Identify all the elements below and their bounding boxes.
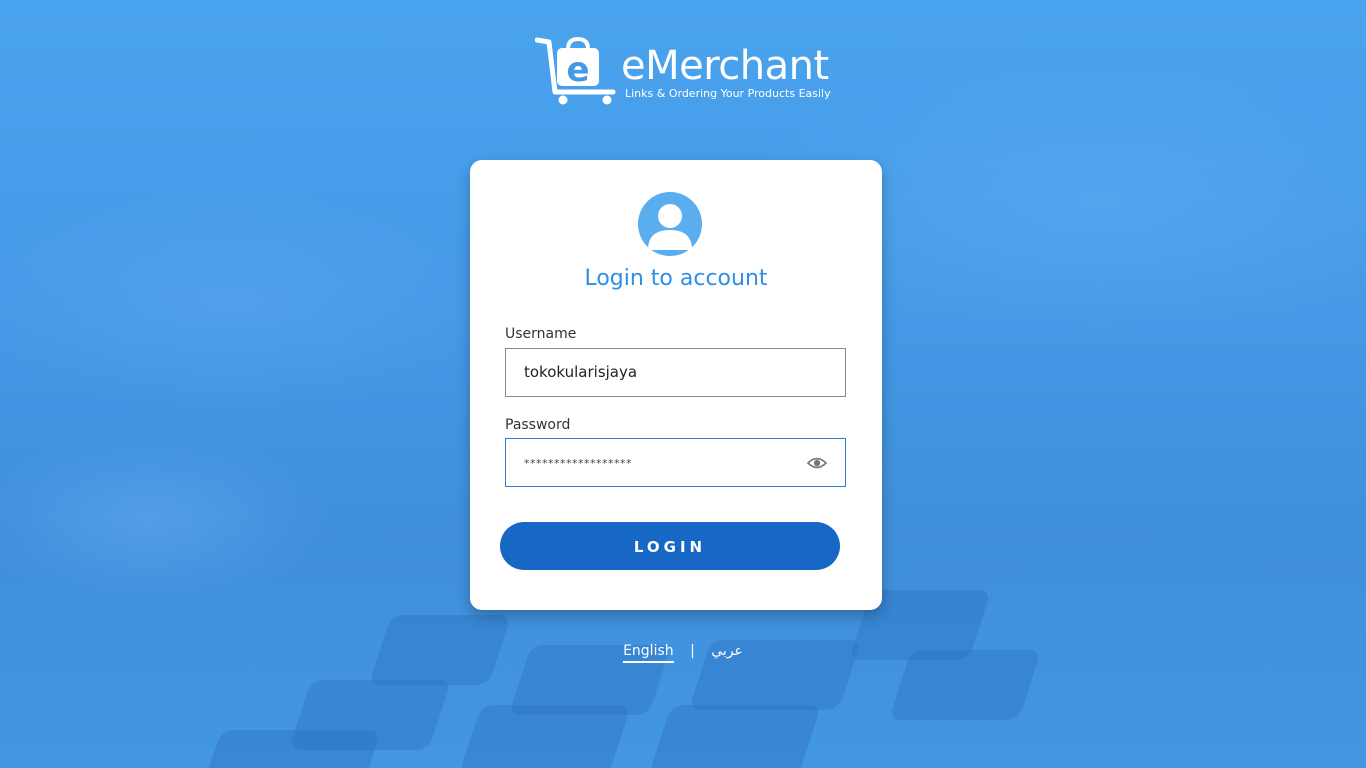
brand-header: e eMerchant Links & Ordering Your Produc… — [535, 36, 835, 108]
background-key — [458, 705, 632, 768]
language-switcher: English | عربي — [0, 643, 1366, 663]
login-card: Login to account Username tokokularisjay… — [470, 160, 882, 610]
password-label: Password — [505, 417, 571, 433]
brand-name: eMerchant — [621, 43, 829, 89]
username-input[interactable]: tokokularisjaya — [505, 348, 846, 397]
shopping-cart-logo-icon: e — [535, 36, 616, 105]
password-value: ****************** — [524, 457, 632, 470]
background-key — [198, 730, 382, 768]
language-option-arabic[interactable]: عربي — [711, 643, 743, 661]
password-input[interactable]: ****************** — [505, 438, 846, 487]
username-value: tokokularisjaya — [524, 363, 638, 381]
brand-tagline: Links & Ordering Your Products Easily — [625, 87, 831, 100]
language-option-english[interactable]: English — [623, 643, 674, 663]
username-label: Username — [505, 326, 577, 342]
language-separator: | — [690, 643, 695, 659]
login-button[interactable]: LOGIN — [500, 522, 840, 570]
svg-text:e: e — [566, 50, 589, 90]
user-avatar-icon — [638, 192, 702, 256]
eye-icon[interactable] — [807, 455, 827, 471]
login-title: Login to account — [584, 266, 768, 291]
background-key — [648, 705, 822, 768]
